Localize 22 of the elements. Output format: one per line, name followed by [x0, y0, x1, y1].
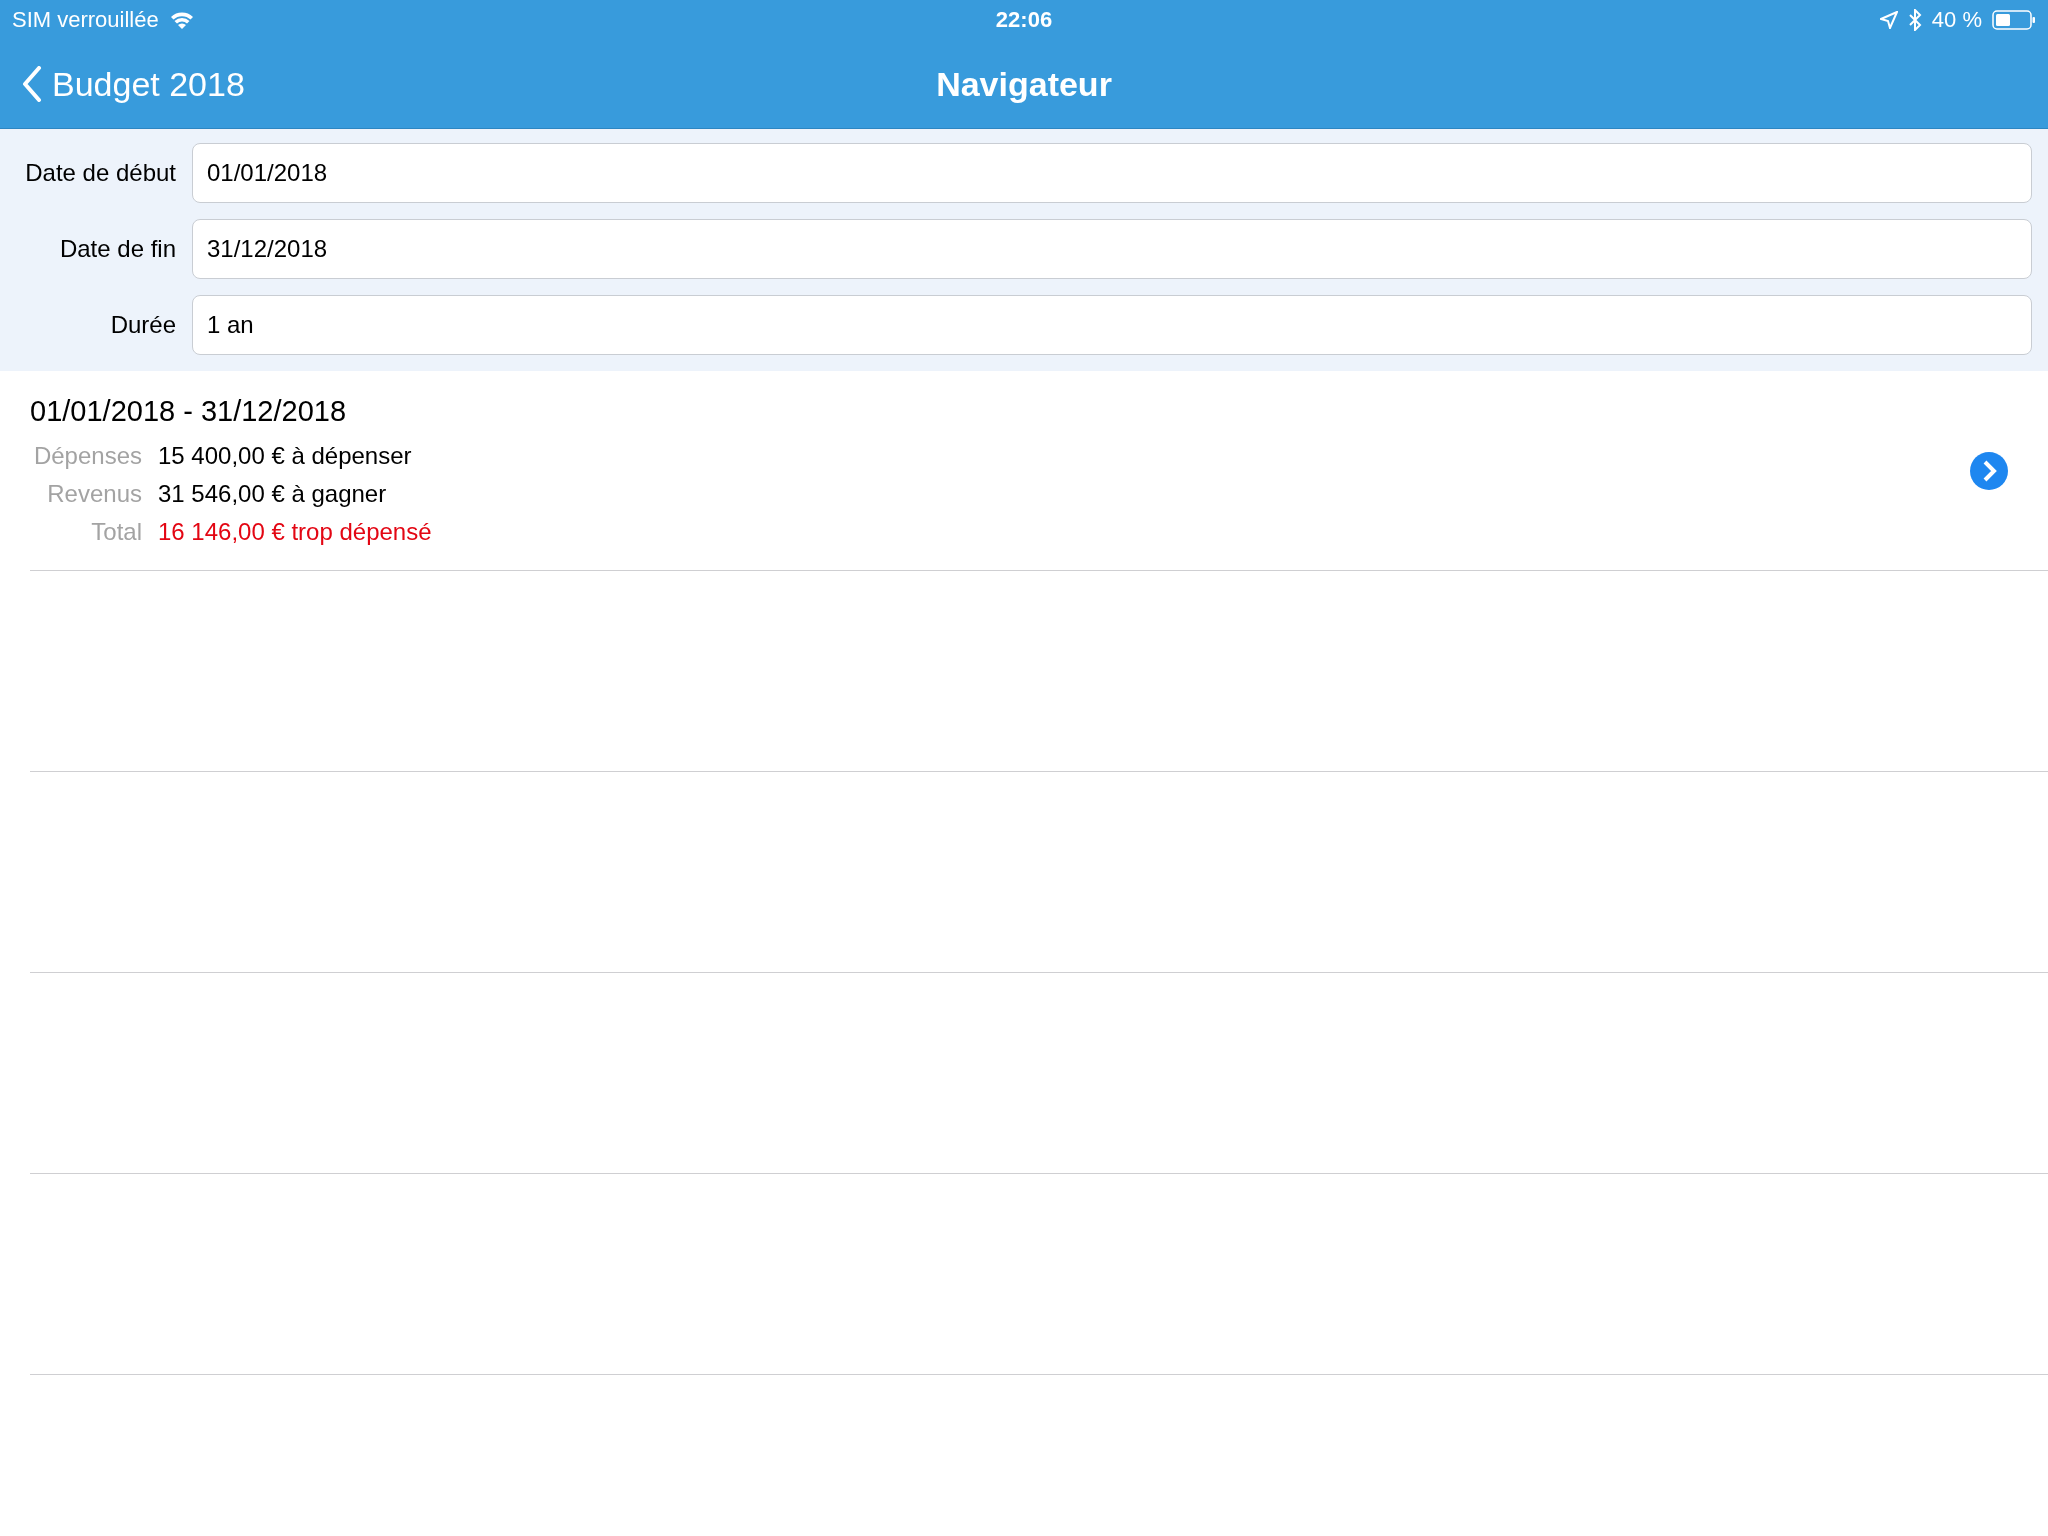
field-label: Date de début [24, 159, 177, 187]
summary-value: 31 546,00 € à gagner [158, 480, 387, 508]
disclosure-chevron-icon[interactable] [1970, 451, 2008, 490]
input-field[interactable]: 31/12/2018 [192, 219, 2032, 279]
period-title: 01/01/2018 - 31/12/2018 [30, 395, 348, 428]
summary-label: Total [90, 518, 142, 546]
summary-value: 16 146,00 € trop dépensé [158, 518, 432, 546]
field-label: Date de fin [58, 235, 177, 263]
input-field[interactable]: 01/01/2018 [192, 143, 2032, 203]
summary-label: Dépenses [32, 442, 142, 470]
battery-percent-text: 40 % [1931, 7, 1982, 33]
summary-label: Revenus [46, 480, 142, 508]
back-chevron-icon [22, 66, 42, 102]
summary-value: 15 400,00 € à dépenser [158, 442, 412, 470]
clock-text: 22:06 [995, 7, 1053, 33]
bluetooth-icon [1907, 9, 1922, 31]
battery-icon [1992, 9, 2036, 31]
nav-title: Navigateur [936, 64, 1112, 104]
location-arrow-icon [1879, 11, 1898, 29]
input-field[interactable]: 1 an [192, 295, 2032, 355]
field-label: Durée [109, 311, 177, 339]
carrier-text: SIM verrouillée [12, 7, 159, 33]
